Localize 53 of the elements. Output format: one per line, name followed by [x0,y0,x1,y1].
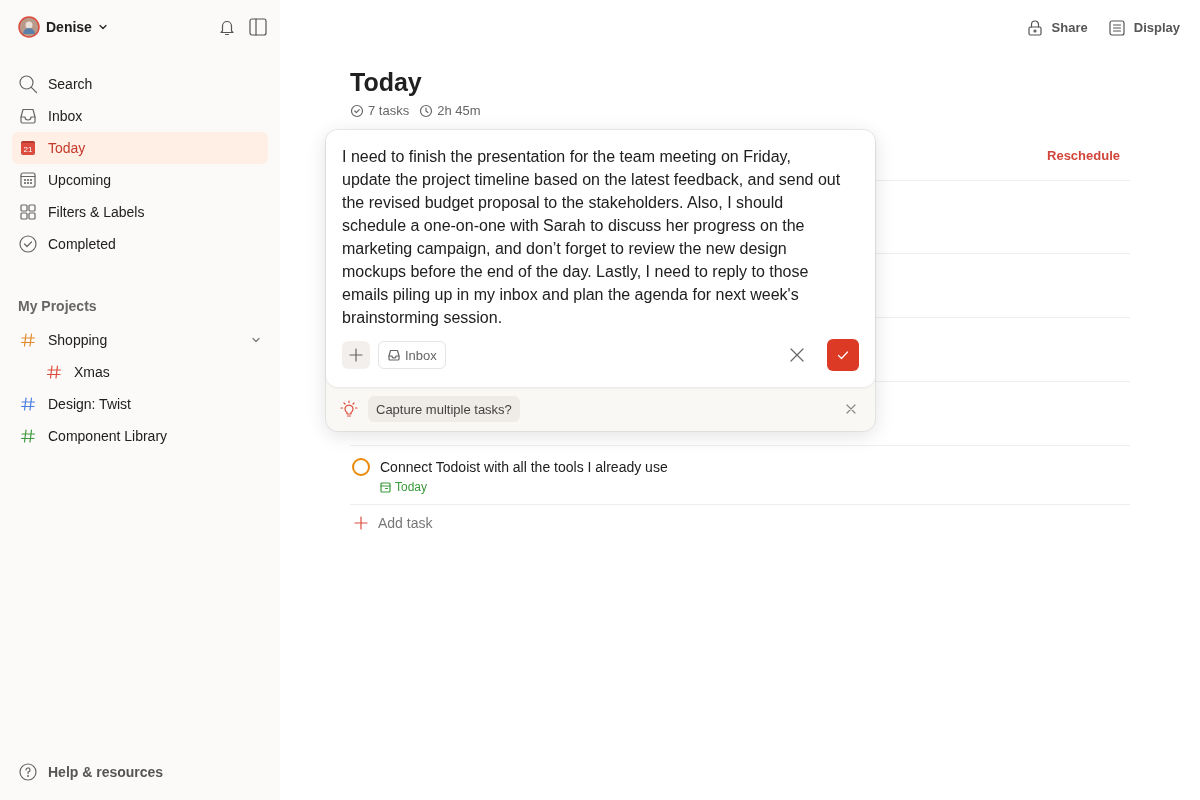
nav-item[interactable]: Search [12,68,268,100]
task-checkbox[interactable] [352,458,370,476]
calendar-date-icon: 21 [21,141,35,155]
project-item[interactable]: Component Library [12,420,268,452]
close-icon [789,347,805,363]
list-icon [1107,18,1126,37]
plus-icon [354,516,368,530]
lightbulb-icon [340,400,358,418]
help-link[interactable]: Help & resources [12,756,268,788]
search-icon [18,74,38,94]
nav-item[interactable]: Inbox [12,100,268,132]
add-task-button[interactable]: Add task [350,505,433,531]
sidebar-toggle-button[interactable] [248,17,268,37]
project-item[interactable]: Design: Twist [12,388,268,420]
section-heading: My Projects [17,298,98,314]
nav-item[interactable]: 21 Today [12,132,268,164]
submit-button[interactable] [827,339,859,371]
grid-icon [18,202,38,222]
task-title: Connect Todoist with all the tools I already use [380,458,668,476]
calendar-icon [18,170,38,190]
calendar-icon [380,481,391,493]
nav-item[interactable]: Filters & Labels [12,196,268,228]
display-button[interactable]: Display [1107,18,1180,37]
help-icon [18,762,38,782]
page-title: Today [350,67,423,97]
avatar-icon [18,16,40,38]
task-input-field[interactable]: I need to finish the presentation for the team meeting on Friday, update the project timeline based on the latest feedback, and send out the revised budget proposal to the stakeholders. Also, I should schedule a one-on-one with Sarah to discuss her progress on the marketing campaign, and don’t forget to review the new design mockups before the end of the day. Lastly, I need to reply to those emails piling up in my inbox and plan the agenda for next week's brainstorming session. [342,145,842,329]
bell-icon [218,18,236,36]
close-icon [845,403,857,415]
checkmark-icon [836,348,850,362]
lock-icon [1025,18,1044,37]
due-date: Today [395,480,428,494]
chevron-down-icon [97,22,108,32]
inbox-icon [18,106,38,126]
duration: 2h 45m [437,103,481,118]
share-button[interactable]: Share [1025,18,1088,37]
add-button[interactable] [342,341,370,369]
notifications-button[interactable] [218,18,236,36]
suggestion-chip[interactable]: Capture multiple tasks? [368,396,520,422]
inbox-icon [387,348,401,362]
nav-item[interactable]: Completed [12,228,268,260]
project-item[interactable]: Shopping [12,324,268,356]
account-menu[interactable]: Denise [18,16,108,38]
plus-icon [348,347,364,363]
reschedule-link[interactable]: Reschedule [1047,147,1130,163]
check-circle-icon [350,103,364,118]
project-item[interactable]: Xmas [12,356,268,388]
task-count: 7 tasks [368,103,410,118]
panel-icon [248,17,268,37]
nav-item[interactable]: Upcoming [12,164,268,196]
clock-icon [419,103,434,118]
check-circle-icon [18,234,38,254]
project-picker[interactable]: Inbox [378,341,446,369]
